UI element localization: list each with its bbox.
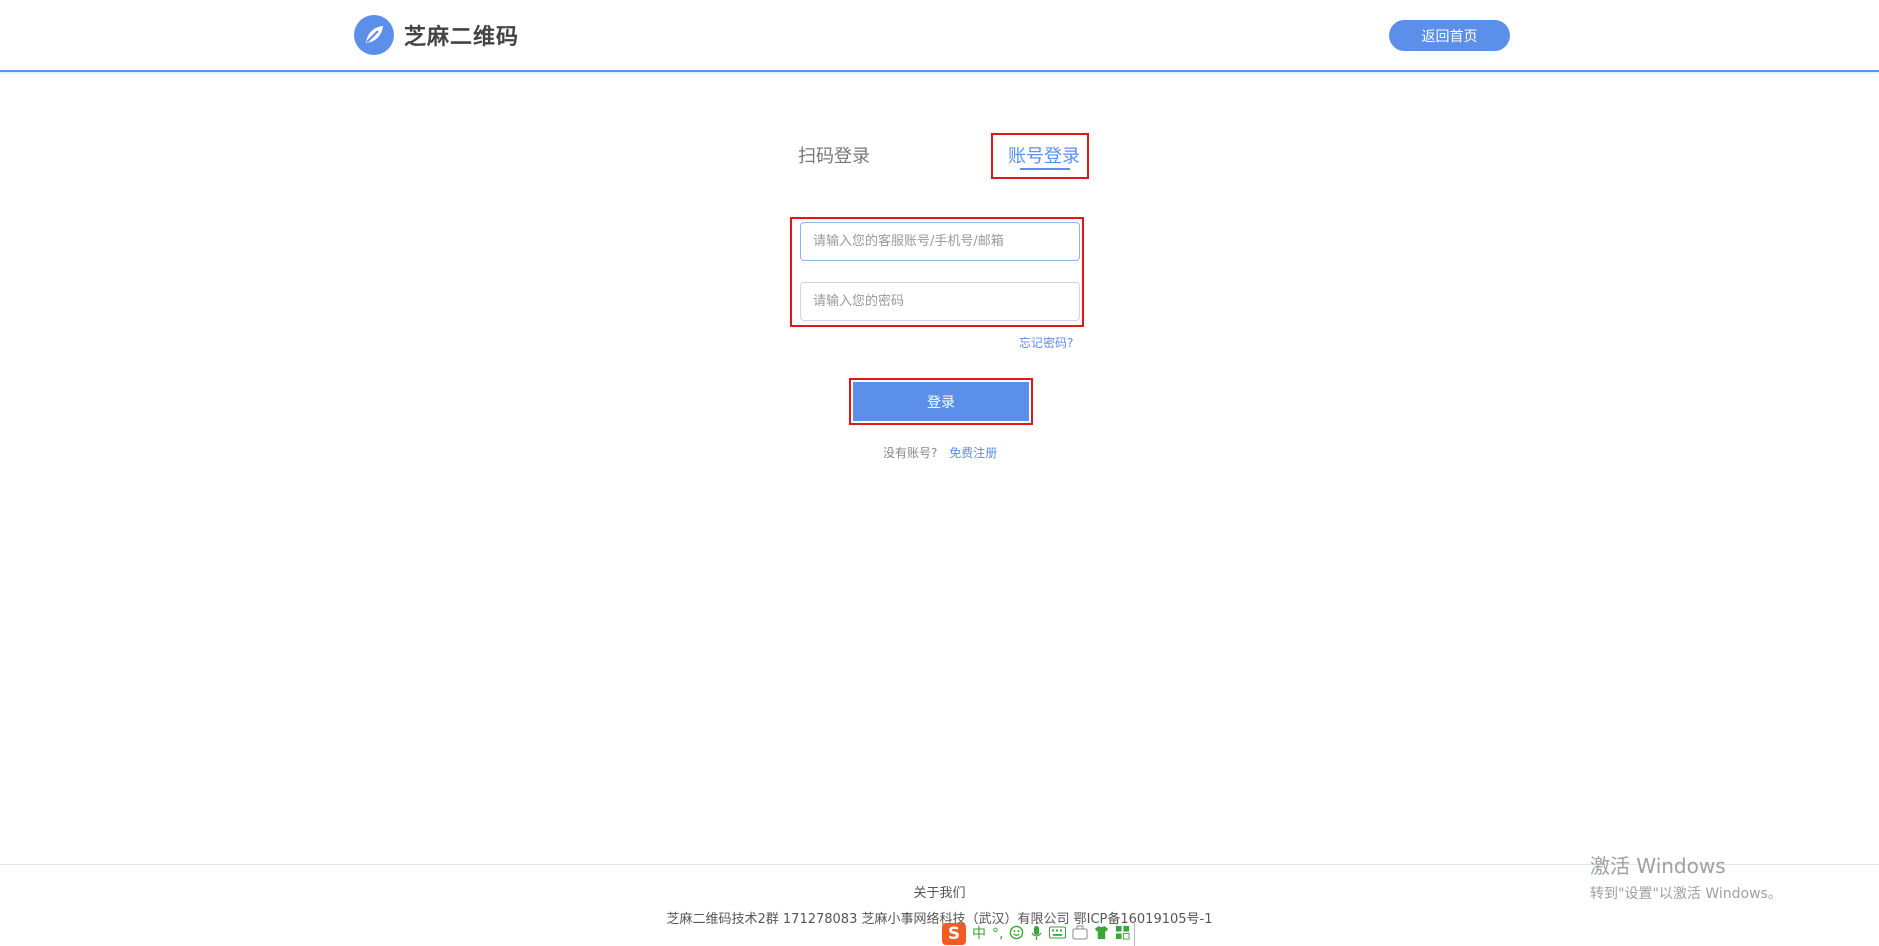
skin-icon[interactable] bbox=[1094, 925, 1109, 943]
login-button[interactable]: 登录 bbox=[853, 382, 1029, 421]
ime-punctuation-toggle[interactable]: °, bbox=[992, 927, 1003, 941]
leaf-logo-icon bbox=[354, 15, 394, 55]
register-row: 没有账号? 免费注册 bbox=[883, 444, 997, 461]
toolbox-icon[interactable] bbox=[1072, 925, 1088, 943]
watermark-subtitle: 转到"设置"以激活 Windows。 bbox=[1590, 886, 1782, 902]
password-input[interactable] bbox=[800, 282, 1080, 321]
back-home-button[interactable]: 返回首页 bbox=[1389, 20, 1510, 51]
keyboard-icon[interactable] bbox=[1049, 926, 1067, 942]
forgot-password-link[interactable]: 忘记密码? bbox=[1019, 334, 1073, 351]
windows-activation-watermark: 激活 Windows 转到"设置"以激活 Windows。 bbox=[1590, 850, 1782, 903]
active-tab-underline bbox=[1020, 168, 1070, 170]
sogou-ime-icon[interactable]: S bbox=[942, 923, 966, 945]
free-register-link[interactable]: 免费注册 bbox=[949, 446, 997, 460]
brand-name: 芝麻二维码 bbox=[404, 25, 520, 50]
tab-account-login[interactable]: 账号登录 bbox=[1008, 142, 1080, 168]
account-input[interactable] bbox=[800, 222, 1080, 261]
watermark-title: 激活 Windows bbox=[1590, 854, 1726, 878]
ime-toolbar[interactable]: S 中 °, bbox=[938, 922, 1136, 946]
top-header: 芝麻二维码 返回首页 bbox=[0, 0, 1879, 72]
brand-logo[interactable]: 芝麻二维码 bbox=[354, 15, 519, 55]
emoji-icon[interactable] bbox=[1009, 925, 1024, 943]
ime-mode-toggle[interactable]: 中 bbox=[972, 927, 986, 941]
tab-qr-login[interactable]: 扫码登录 bbox=[798, 142, 870, 168]
grid-icon[interactable] bbox=[1115, 925, 1130, 943]
microphone-icon[interactable] bbox=[1030, 925, 1043, 944]
no-account-text: 没有账号? bbox=[883, 446, 938, 460]
